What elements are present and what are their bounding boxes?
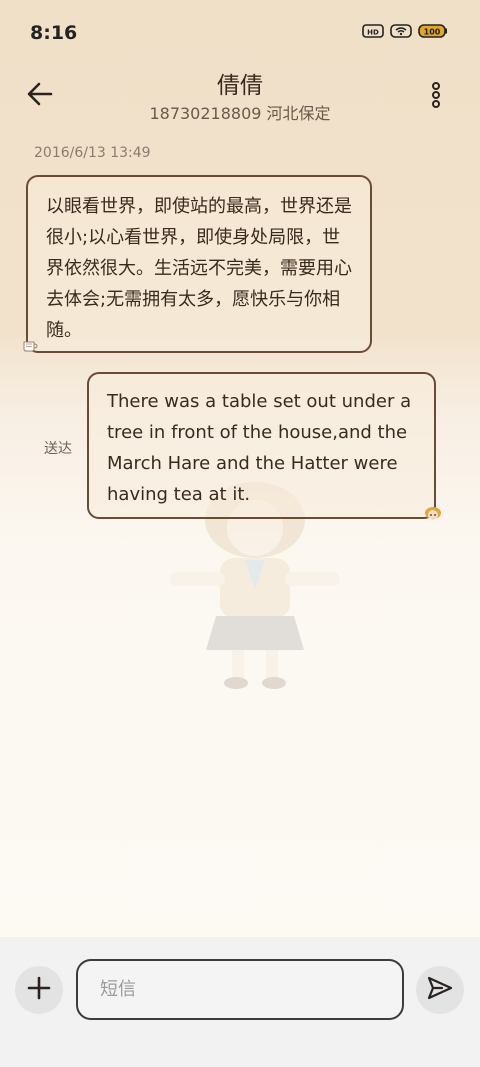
conversation-header: 倩倩 18730218809 河北保定	[0, 60, 480, 140]
incoming-message-bubble[interactable]: 以眼看世界，即使站的最高，世界还是很小;以心看世界，即使身处局限，世界依然很大。…	[26, 175, 372, 353]
battery-icon: 100	[418, 24, 448, 38]
outgoing-message-text: There was a table set out under a tree i…	[107, 391, 412, 505]
status-icons: HD 100	[362, 24, 448, 38]
send-icon	[426, 974, 454, 1006]
message-timestamp: 2016/6/13 13:49	[34, 145, 151, 161]
incoming-message-text: 以眼看世界，即使站的最高，世界还是很小;以心看世界，即使身处局限，世界依然很大。…	[46, 196, 352, 341]
send-button[interactable]	[416, 966, 464, 1014]
status-time: 8:16	[30, 22, 78, 44]
svg-text:100: 100	[424, 28, 441, 37]
contact-name[interactable]: 倩倩	[0, 66, 480, 100]
plus-icon	[26, 975, 52, 1005]
more-vertical-icon	[431, 82, 441, 112]
delivery-status: 送达	[44, 441, 72, 457]
character-sticker-icon	[423, 506, 443, 526]
add-attachment-button[interactable]	[15, 966, 63, 1014]
wifi-icon	[390, 24, 412, 38]
hd-signal-icon: HD	[362, 24, 384, 38]
cup-sticker-icon	[22, 339, 38, 357]
contact-detail: 18730218809 河北保定	[149, 104, 331, 123]
more-options-button[interactable]	[428, 80, 444, 114]
status-bar: 8:16 HD 100	[0, 0, 480, 60]
svg-text:HD: HD	[367, 29, 379, 37]
message-input[interactable]	[76, 959, 404, 1020]
outgoing-message-bubble[interactable]: There was a table set out under a tree i…	[87, 372, 436, 519]
